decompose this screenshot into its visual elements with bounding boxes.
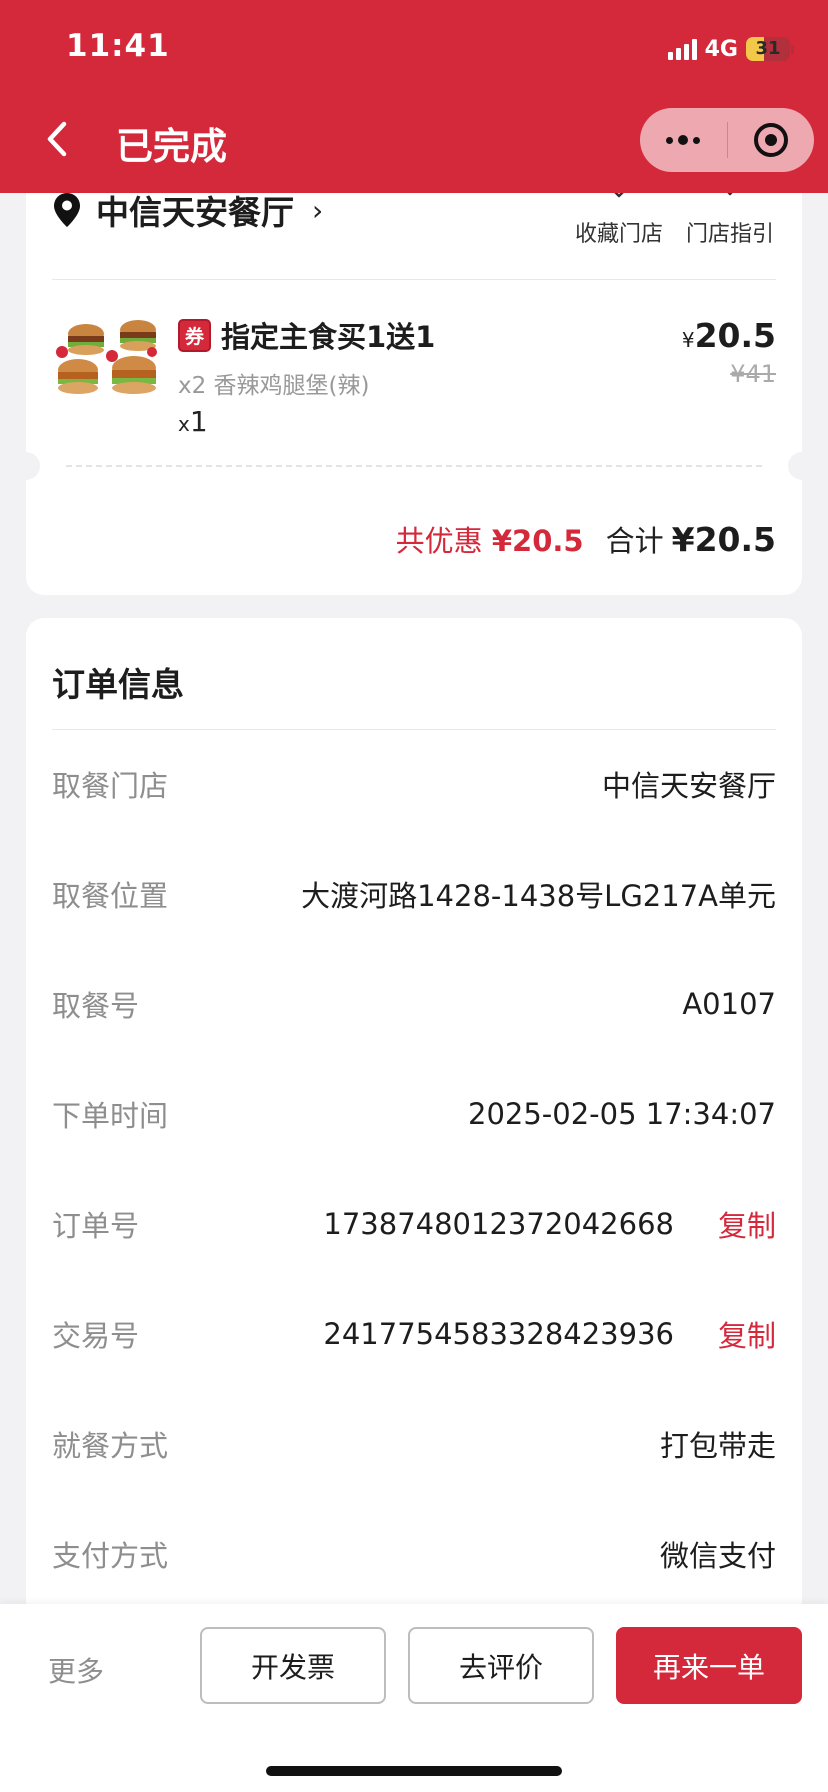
info-label: 取餐门店 [52,769,169,803]
more-dots-icon [666,135,701,145]
chevron-right-icon: › [312,193,324,227]
info-label: 交易号 [52,1319,140,1353]
burger-product-image [56,320,157,394]
info-value: 大渡河路1428-1438号LG217A单元 [301,879,776,913]
back-button[interactable] [40,118,76,160]
info-row-transaction-number: 交易号 2417754583328423936 复制 [52,1314,776,1354]
info-label: 取餐位置 [52,879,169,913]
more-link[interactable]: 更多 [48,1650,104,1690]
total-value: ¥20.5 [671,520,776,559]
info-row-dining-mode: 就餐方式 打包带走 [52,1424,776,1464]
store-link[interactable]: 中信天安餐厅 › [52,186,323,234]
info-row-payment-method: 支付方式 微信支付 [52,1534,776,1574]
product-quantity: x1 [178,405,208,438]
more-button[interactable] [640,108,727,172]
discount-text: 共优惠 ¥20.5 [395,524,584,558]
divider [52,729,776,730]
status-time: 11:41 [66,28,170,64]
info-value: 2025-02-05 17:34:07 [468,1097,776,1131]
section-title: 订单信息 [52,665,184,704]
info-value: 1738748012372042668 [323,1207,674,1241]
reorder-button[interactable]: 再来一单 [616,1627,802,1704]
info-label: 下单时间 [52,1099,169,1133]
network-type: 4G [704,36,738,62]
dashed-divider [66,465,762,467]
favorite-store-label: 收藏门店 [574,222,663,247]
invoice-button[interactable]: 开发票 [200,1627,386,1704]
bottom-action-bar: 更多 开发票 去评价 再来一单 [0,1604,828,1792]
battery-icon: 31 [746,37,790,61]
location-pin-icon [54,193,80,227]
totals-row: 共优惠 ¥20.5 合计 ¥20.5 [396,518,776,560]
chevron-left-icon [47,121,67,157]
coupon-tag: 券 [178,318,211,352]
info-row-location: 取餐位置 大渡河路1428-1438号LG217A单元 [52,874,776,914]
product-title-row: 券 指定主食买1送1 [178,314,435,356]
info-row-order-number: 订单号 1738748012372042668 复制 [52,1204,776,1244]
close-miniapp-button[interactable] [728,108,815,172]
info-label: 订单号 [52,1209,140,1243]
product-price: ¥20.5 [681,316,776,355]
miniapp-capsule [640,108,814,172]
info-row-order-time: 下单时间 2025-02-05 17:34:07 [52,1094,776,1134]
page-title: 已完成 [116,125,227,168]
info-value: 打包带走 [659,1429,776,1463]
order-summary-card: 中信天安餐厅 › 收藏门店 门店指引 券 指定主食买1送1 x2 香辣鸡腿堡(辣… [12,150,816,595]
info-label: 支付方式 [52,1539,169,1573]
divider [52,279,776,280]
info-row-store: 取餐门店 中信天安餐厅 [52,764,776,804]
home-indicator [266,1766,562,1776]
total-label: 合计 [605,524,664,558]
review-button[interactable]: 去评价 [408,1627,594,1704]
copy-transaction-number-button[interactable]: 复制 [718,1313,776,1355]
info-row-pickup-number: 取餐号 A0107 [52,984,776,1024]
info-value: 微信支付 [659,1539,776,1573]
original-price: ¥41 [730,360,776,388]
store-guide-label: 门店指引 [685,222,774,247]
info-value: A0107 [682,987,776,1021]
copy-order-number-button[interactable]: 复制 [718,1203,776,1245]
store-name: 中信天安餐厅 [96,193,294,232]
order-info-card: 订单信息 取餐门店 中信天安餐厅 取餐位置 大渡河路1428-1438号LG21… [26,618,802,1618]
battery-level: 31 [755,38,781,59]
info-value: 2417754583328423936 [323,1317,674,1351]
info-label: 取餐号 [52,989,140,1023]
signal-icon [667,38,697,60]
top-header: 11:41 4G 31 已完成 [0,0,828,193]
info-label: 就餐方式 [52,1429,169,1463]
product-detail: x2 香辣鸡腿堡(辣) [178,373,370,399]
info-value: 中信天安餐厅 [601,769,776,803]
product-name: 指定主食买1送1 [221,320,436,354]
status-icons: 4G 31 [667,34,794,64]
target-circle-icon [753,123,788,157]
